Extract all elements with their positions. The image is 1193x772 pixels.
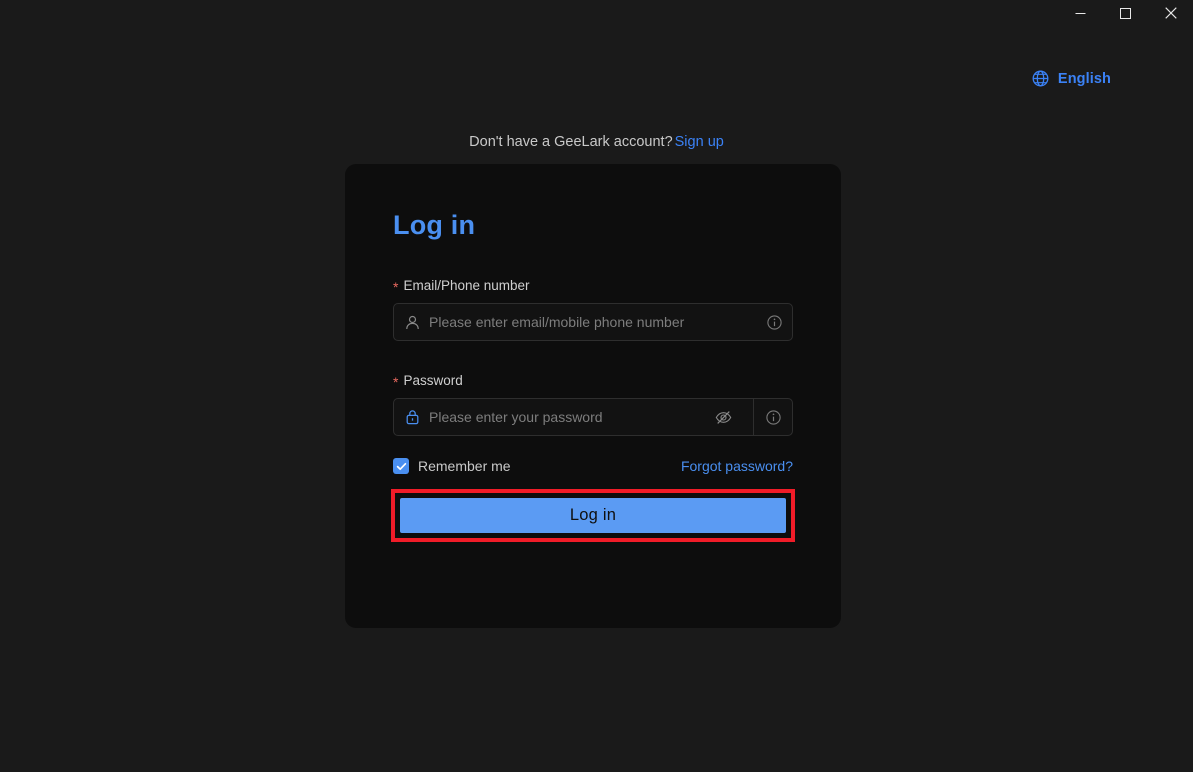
info-circle-icon xyxy=(765,409,781,425)
login-button-highlight: Log in xyxy=(391,489,795,542)
remember-me-control[interactable]: Remember me xyxy=(393,458,511,474)
field-spacer xyxy=(393,341,793,373)
globe-icon xyxy=(1032,70,1049,87)
login-card: Log in * Email/Phone number Please enter… xyxy=(345,164,841,628)
remember-me-label: Remember me xyxy=(418,458,511,474)
password-label: * Password xyxy=(393,373,793,390)
info-circle-icon xyxy=(767,314,782,330)
password-input-box[interactable] xyxy=(393,398,793,436)
language-label[interactable]: English xyxy=(1058,71,1111,87)
required-marker: * xyxy=(393,279,399,295)
maximize-icon xyxy=(1120,7,1131,19)
forgot-password-link[interactable]: Forgot password? xyxy=(681,458,793,474)
lock-icon xyxy=(405,409,420,425)
email-phone-input[interactable] xyxy=(429,314,752,330)
remember-me-checkbox[interactable] xyxy=(393,458,409,474)
password-label-text: Password xyxy=(403,373,463,388)
check-icon xyxy=(396,462,406,470)
email-phone-info-button[interactable] xyxy=(763,304,792,340)
window-maximize-button[interactable] xyxy=(1103,0,1148,26)
password-visibility-toggle[interactable] xyxy=(711,410,742,425)
signup-prompt-text: Don't have a GeeLark account? xyxy=(469,134,673,150)
window-minimize-button[interactable] xyxy=(1058,0,1103,26)
eye-off-icon xyxy=(715,410,732,424)
email-phone-label: * Email/Phone number xyxy=(393,278,793,295)
close-icon xyxy=(1164,7,1177,19)
required-marker: * xyxy=(393,374,399,390)
email-phone-input-main[interactable] xyxy=(394,304,763,340)
email-phone-field-group: * Email/Phone number xyxy=(393,278,793,341)
window-titlebar xyxy=(0,0,1193,26)
password-input-main[interactable] xyxy=(394,399,753,435)
signup-link[interactable]: Sign up xyxy=(675,134,724,150)
page-title: Log in xyxy=(393,210,476,240)
password-field-group: * Password xyxy=(393,373,793,436)
password-info-button[interactable] xyxy=(753,399,792,435)
language-switcher[interactable]: English xyxy=(1032,70,1111,87)
signup-prompt: Don't have a GeeLark account? Sign up xyxy=(0,134,1193,150)
email-phone-label-text: Email/Phone number xyxy=(403,278,530,293)
login-options-row: Remember me Forgot password? xyxy=(393,458,793,474)
password-input[interactable] xyxy=(429,409,702,425)
email-phone-input-box[interactable] xyxy=(393,303,793,341)
person-icon xyxy=(405,315,420,330)
window-close-button[interactable] xyxy=(1148,0,1193,26)
login-button[interactable]: Log in xyxy=(400,498,786,533)
minimize-icon xyxy=(1075,12,1086,14)
